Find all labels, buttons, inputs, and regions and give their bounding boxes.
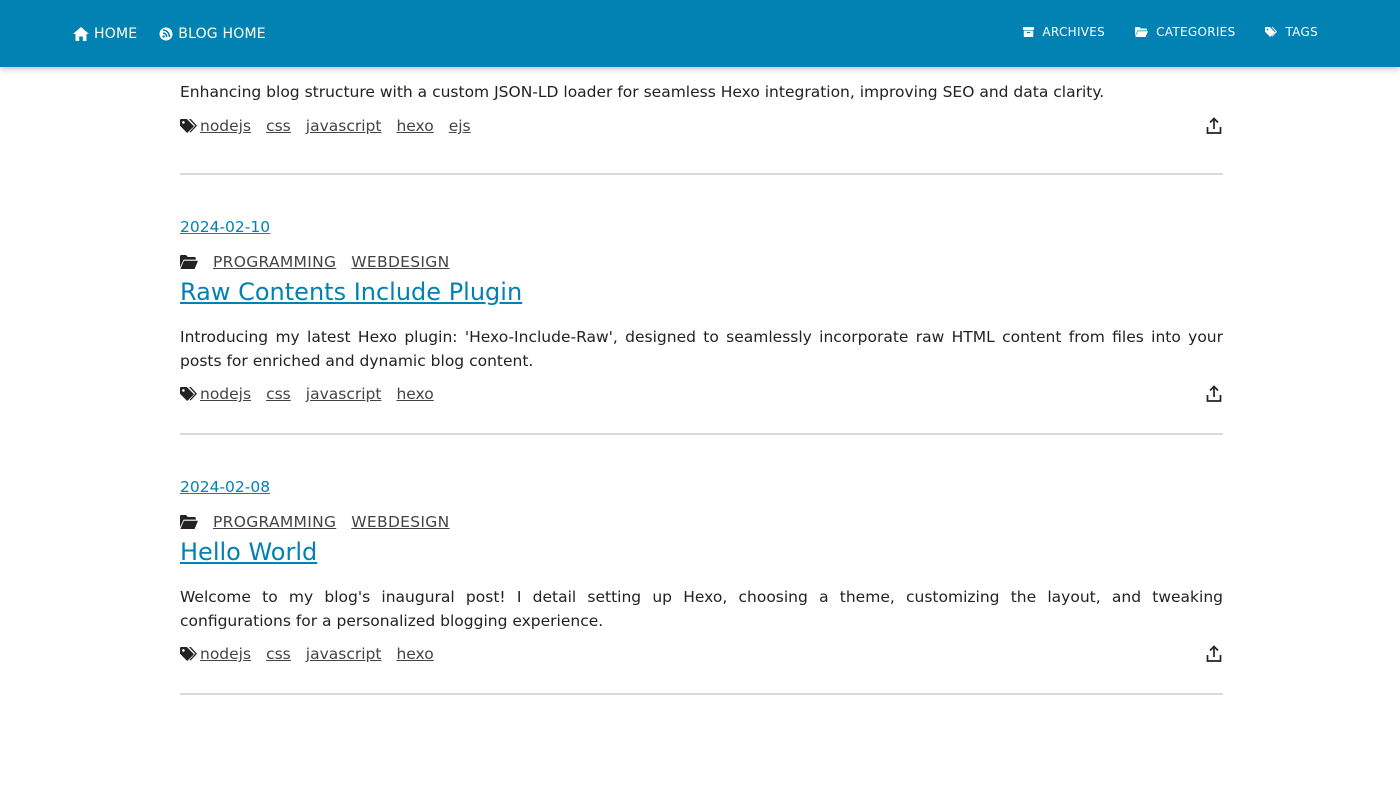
post-item: Enhancing blog structure with a custom J… (180, 67, 1223, 175)
tags-icon (180, 647, 197, 661)
tag-link[interactable]: javascript (306, 645, 382, 663)
folder-open-icon (180, 255, 198, 269)
tag-link[interactable]: nodejs (200, 385, 251, 403)
folder-open-icon (180, 515, 198, 529)
tags-icon (1265, 27, 1278, 37)
nav-categories-link[interactable]: CATEGORIES (1135, 25, 1235, 39)
nav-home-link[interactable]: HOME (73, 26, 137, 42)
tags-icon (180, 119, 197, 133)
top-navbar: HOME BLOG HOME ARCHIVES CATEGORIES TAGS (0, 0, 1400, 67)
folder-icon (1135, 27, 1149, 37)
nav-left: HOME BLOG HOME (73, 0, 266, 67)
post-date-link[interactable]: 2024-02-10 (180, 218, 270, 236)
tag-link[interactable]: ejs (449, 117, 471, 135)
home-icon (73, 26, 89, 41)
post-tags: nodejs css javascript hexo (180, 645, 449, 663)
nav-archives-link[interactable]: ARCHIVES (1023, 25, 1105, 39)
archive-icon (1023, 27, 1035, 37)
tag-link[interactable]: css (266, 645, 291, 663)
post-tags: nodejs css javascript hexo ejs (180, 117, 486, 135)
nav-tags-link[interactable]: TAGS (1265, 25, 1318, 39)
nav-categories-label: CATEGORIES (1156, 25, 1236, 39)
post-date-link[interactable]: 2024-02-08 (180, 478, 270, 496)
blog-icon (159, 27, 173, 40)
post-list: Enhancing blog structure with a custom J… (180, 67, 1223, 695)
nav-tags-label: TAGS (1285, 25, 1318, 39)
post-item: 2024-02-10 PROGRAMMING WEBDESIGN Raw Con… (180, 175, 1223, 435)
tag-link[interactable]: javascript (306, 385, 382, 403)
post-categories: PROGRAMMING WEBDESIGN (180, 253, 465, 271)
nav-right: ARCHIVES CATEGORIES TAGS (1023, 0, 1318, 64)
tags-icon (180, 387, 197, 401)
share-icon[interactable] (1205, 117, 1223, 135)
post-categories: PROGRAMMING WEBDESIGN (180, 513, 465, 531)
post-tags: nodejs css javascript hexo (180, 385, 449, 403)
category-link[interactable]: WEBDESIGN (351, 253, 449, 271)
tag-link[interactable]: hexo (396, 117, 433, 135)
tag-link[interactable]: hexo (396, 385, 433, 403)
post-excerpt: Enhancing blog structure with a custom J… (180, 83, 1105, 101)
tag-link[interactable]: javascript (306, 117, 382, 135)
category-link[interactable]: PROGRAMMING (213, 253, 336, 271)
tag-link[interactable]: css (266, 117, 291, 135)
nav-blog-home-link[interactable]: BLOG HOME (159, 26, 266, 42)
share-icon[interactable] (1205, 385, 1223, 403)
post-excerpt: Introducing my latest Hexo plugin: 'Hexo… (180, 328, 1223, 370)
tag-link[interactable]: hexo (396, 645, 433, 663)
tag-link[interactable]: css (266, 385, 291, 403)
post-title-link[interactable]: Hello World (180, 538, 317, 566)
nav-archives-label: ARCHIVES (1042, 25, 1106, 39)
category-link[interactable]: WEBDESIGN (351, 513, 449, 531)
share-icon[interactable] (1205, 645, 1223, 663)
post-excerpt: Welcome to my blog's inaugural post! I d… (180, 588, 1223, 630)
category-link[interactable]: PROGRAMMING (213, 513, 336, 531)
tag-link[interactable]: nodejs (200, 117, 251, 135)
post-item: 2024-02-08 PROGRAMMING WEBDESIGN Hello W… (180, 435, 1223, 695)
tag-link[interactable]: nodejs (200, 645, 251, 663)
nav-blog-home-label: BLOG HOME (178, 25, 266, 42)
nav-home-label: HOME (94, 25, 138, 42)
post-title-link[interactable]: Raw Contents Include Plugin (180, 278, 522, 306)
